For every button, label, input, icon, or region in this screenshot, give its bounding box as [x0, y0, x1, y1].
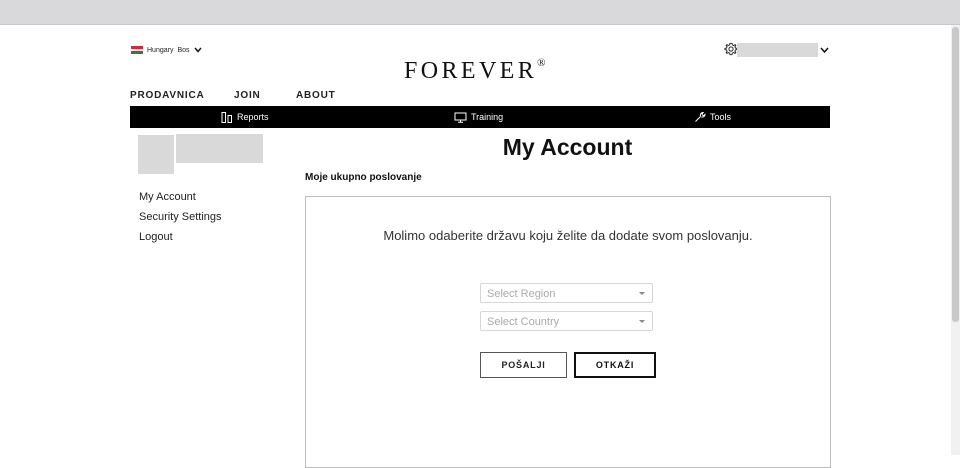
user-name-redacted[interactable] — [737, 43, 818, 57]
chevron-down-icon — [193, 47, 202, 53]
avatar — [138, 135, 174, 174]
hungary-flag-icon — [131, 46, 143, 54]
country-select-value: Select Country — [487, 316, 560, 328]
gear-icon[interactable] — [724, 42, 738, 56]
sidebar-item-logout[interactable]: Logout — [139, 230, 222, 250]
browser-top-bar — [0, 0, 960, 25]
country-label: Hungary — [147, 46, 174, 54]
add-country-panel: Molimo odaberite državu koju želite da d… — [305, 196, 831, 468]
submit-button[interactable]: POŠALJI — [480, 352, 567, 378]
monitor-icon — [454, 112, 467, 123]
profile-name-redacted — [176, 134, 263, 163]
scrollbar-thumb[interactable] — [952, 27, 959, 322]
instruction-text: Molimo odaberite državu koju želite da d… — [383, 228, 753, 243]
language-label: Bos — [177, 46, 190, 54]
country-select[interactable]: Select Country — [480, 311, 653, 331]
sidebar-item-security-settings[interactable]: Security Settings — [139, 210, 222, 230]
dropdown-arrow-icon — [639, 292, 645, 295]
cancel-button[interactable]: OTKAŽI — [574, 352, 656, 378]
nav-prodavnica[interactable]: PRODAVNICA — [130, 90, 204, 101]
section-subtitle: Moje ukupno poslovanje — [305, 172, 422, 183]
toolbar-reports-label: Reports — [237, 112, 269, 122]
bar-chart-icon — [221, 112, 232, 123]
registered-mark: ® — [537, 57, 546, 69]
tools-bar: Reports Training Tools — [130, 106, 830, 128]
logo-text: FOREVER — [404, 58, 538, 84]
toolbar-reports[interactable]: Reports — [221, 106, 269, 128]
toolbar-training-label: Training — [471, 112, 504, 122]
region-select[interactable]: Select Region — [480, 283, 653, 303]
nav-join[interactable]: JOIN — [234, 90, 261, 101]
dropdown-arrow-icon — [639, 320, 645, 323]
wrench-icon — [695, 111, 706, 122]
region-select-value: Select Region — [487, 288, 556, 300]
nav-about[interactable]: ABOUT — [296, 90, 336, 101]
toolbar-tools-label: Tools — [710, 112, 732, 122]
forever-logo[interactable]: FOREVER® — [404, 57, 546, 85]
toolbar-tools[interactable]: Tools — [694, 106, 731, 128]
sidebar: My Account Security Settings Logout — [139, 190, 222, 250]
sidebar-item-my-account[interactable]: My Account — [139, 190, 222, 210]
user-menu-chevron-icon[interactable] — [820, 47, 829, 54]
toolbar-training[interactable]: Training — [454, 106, 503, 128]
page-title: My Account — [502, 134, 633, 160]
language-selector[interactable]: Hungary Bos — [131, 46, 202, 54]
